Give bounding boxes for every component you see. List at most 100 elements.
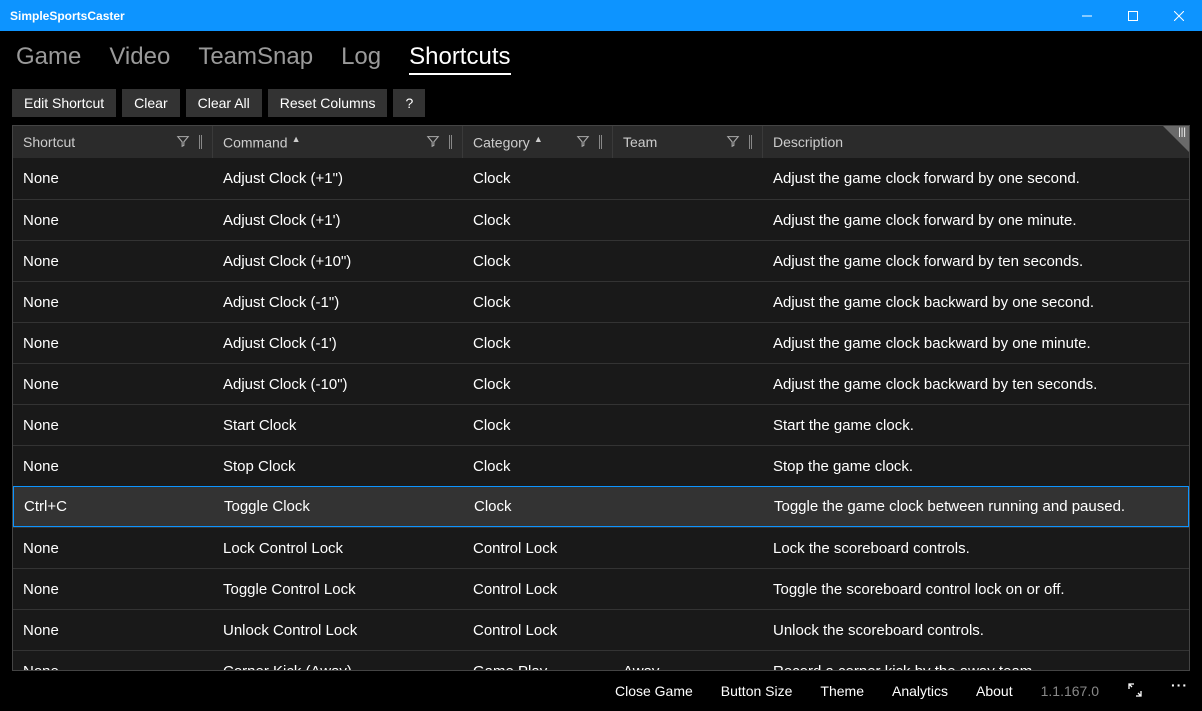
clear-all-button[interactable]: Clear All: [186, 89, 262, 117]
cell-shortcut: None: [13, 458, 213, 475]
cell-command: Adjust Clock (+1'): [213, 212, 463, 229]
cell-shortcut: None: [13, 212, 213, 229]
theme-link[interactable]: Theme: [820, 683, 864, 699]
table-row[interactable]: NoneAdjust Clock (-1")Clock Adjust the ga…: [13, 281, 1189, 322]
column-resize-handle[interactable]: [446, 135, 452, 149]
cell-shortcut: Ctrl+C: [14, 498, 214, 515]
help-button[interactable]: ?: [393, 89, 425, 117]
column-header-team[interactable]: Team: [613, 126, 763, 158]
tab-video[interactable]: Video: [109, 41, 170, 75]
clear-button[interactable]: Clear: [122, 89, 179, 117]
cell-category: Clock: [463, 458, 613, 475]
cell-command: Adjust Clock (-1"): [213, 294, 463, 311]
column-header-command[interactable]: Command▲: [213, 126, 463, 158]
cell-command: Unlock Control Lock: [213, 622, 463, 639]
close-button[interactable]: [1156, 0, 1202, 31]
column-header-label: Command▲: [223, 134, 422, 151]
tab-game[interactable]: Game: [16, 41, 81, 75]
analytics-link[interactable]: Analytics: [892, 683, 948, 699]
cell-description: Toggle the game clock between running an…: [764, 498, 1188, 515]
cell-description: Stop the game clock.: [763, 458, 1189, 475]
cell-category: Clock: [463, 417, 613, 434]
version-label: 1.1.167.0: [1041, 683, 1099, 699]
cell-category: Clock: [464, 498, 614, 515]
cell-description: Record a corner kick by the away team.: [763, 663, 1189, 671]
table-row[interactable]: NoneAdjust Clock (+1')ClockAdjust the ga…: [13, 199, 1189, 240]
column-resize-handle[interactable]: [196, 135, 202, 149]
cell-shortcut: None: [13, 663, 213, 671]
maximize-button[interactable]: [1110, 0, 1156, 31]
edit-shortcut-button[interactable]: Edit Shortcut: [12, 89, 116, 117]
cell-team: Away: [613, 663, 763, 671]
cell-description: Toggle the scoreboard control lock on or…: [763, 581, 1189, 598]
about-link[interactable]: About: [976, 683, 1013, 699]
close-game-link[interactable]: Close Game: [615, 683, 693, 699]
table-row[interactable]: NoneStop ClockClockStop the game clock.: [13, 445, 1189, 486]
cell-description: Adjust the game clock forward by one sec…: [763, 170, 1189, 187]
column-resize-handle[interactable]: [596, 135, 602, 149]
cell-description: Start the game clock.: [763, 417, 1189, 434]
cell-category: Control Lock: [463, 540, 613, 557]
cell-shortcut: None: [13, 540, 213, 557]
fullscreen-icon[interactable]: [1127, 682, 1143, 701]
tab-log[interactable]: Log: [341, 41, 381, 75]
table-row[interactable]: Ctrl+CToggle ClockClock Toggle the game c…: [13, 486, 1189, 527]
column-header-label: Team: [623, 134, 722, 150]
cell-command: Start Clock: [213, 417, 463, 434]
minimize-button[interactable]: [1064, 0, 1110, 31]
cell-shortcut: None: [13, 335, 213, 352]
cell-shortcut: None: [13, 294, 213, 311]
cell-command: Adjust Clock (-10"): [213, 376, 463, 393]
table-row[interactable]: NoneLock Control LockControl Lock Lock th…: [13, 527, 1189, 568]
column-header-description[interactable]: Description: [763, 126, 1189, 158]
table-row[interactable]: NoneToggle Control LockControl LockToggl…: [13, 568, 1189, 609]
tab-shortcuts[interactable]: Shortcuts: [409, 41, 510, 75]
cell-shortcut: None: [13, 417, 213, 434]
shortcuts-grid: Shortcut Command▲ Category▲ Team Description…: [12, 125, 1190, 671]
filter-icon[interactable]: [726, 134, 742, 150]
cell-category: Clock: [463, 335, 613, 352]
cell-category: Clock: [463, 294, 613, 311]
cell-shortcut: None: [13, 253, 213, 270]
cell-command: Adjust Clock (+10"): [213, 253, 463, 270]
table-row[interactable]: NoneStart ClockClock Start the game clock…: [13, 404, 1189, 445]
tab-teamsnap[interactable]: TeamSnap: [198, 41, 313, 75]
filter-icon[interactable]: [426, 134, 442, 150]
cell-description: Lock the scoreboard controls.: [763, 540, 1189, 557]
cell-description: Adjust the game clock backward by one se…: [763, 294, 1189, 311]
cell-command: Toggle Control Lock: [213, 581, 463, 598]
filter-icon[interactable]: [576, 134, 592, 150]
filter-icon[interactable]: [176, 134, 192, 150]
reset-columns-button[interactable]: Reset Columns: [268, 89, 388, 117]
cell-command: Toggle Clock: [214, 498, 464, 515]
cell-shortcut: None: [13, 376, 213, 393]
cell-category: Clock: [463, 170, 613, 187]
button-size-link[interactable]: Button Size: [721, 683, 793, 699]
more-icon[interactable]: ···: [1171, 677, 1188, 693]
cell-shortcut: None: [13, 622, 213, 639]
cell-description: Adjust the game clock forward by one min…: [763, 212, 1189, 229]
table-row[interactable]: NoneAdjust Clock (+1")ClockAdjust the ga…: [13, 158, 1189, 199]
grid-header: Shortcut Command▲ Category▲ Team Description: [13, 126, 1189, 158]
column-header-category[interactable]: Category▲: [463, 126, 613, 158]
column-header-label: Category▲: [473, 134, 572, 151]
cell-description: Adjust the game clock backward by ten se…: [763, 376, 1189, 393]
cell-description: Adjust the game clock backward by one mi…: [763, 335, 1189, 352]
table-row[interactable]: NoneCorner Kick (Away)Game PlayAwayRecor…: [13, 650, 1189, 670]
table-row[interactable]: NoneUnlock Control LockControl LockUnloc…: [13, 609, 1189, 650]
cell-command: Lock Control Lock: [213, 540, 463, 557]
cell-description: Adjust the game clock forward by ten sec…: [763, 253, 1189, 270]
table-row[interactable]: NoneAdjust Clock (-1')Clock Adjust the ga…: [13, 322, 1189, 363]
cell-category: Control Lock: [463, 581, 613, 598]
cell-shortcut: None: [13, 170, 213, 187]
column-header-shortcut[interactable]: Shortcut: [13, 126, 213, 158]
sort-asc-icon: ▲: [292, 134, 301, 144]
cell-category: Control Lock: [463, 622, 613, 639]
table-row[interactable]: NoneAdjust Clock (+10")ClockAdjust the g…: [13, 240, 1189, 281]
window-title: SimpleSportsCaster: [0, 9, 125, 23]
cell-command: Adjust Clock (-1'): [213, 335, 463, 352]
cell-category: Clock: [463, 376, 613, 393]
grid-body[interactable]: NoneAdjust Clock (+1")ClockAdjust the ga…: [13, 158, 1189, 670]
table-row[interactable]: NoneAdjust Clock (-10")Clock Adjust the g…: [13, 363, 1189, 404]
column-resize-handle[interactable]: [746, 135, 752, 149]
